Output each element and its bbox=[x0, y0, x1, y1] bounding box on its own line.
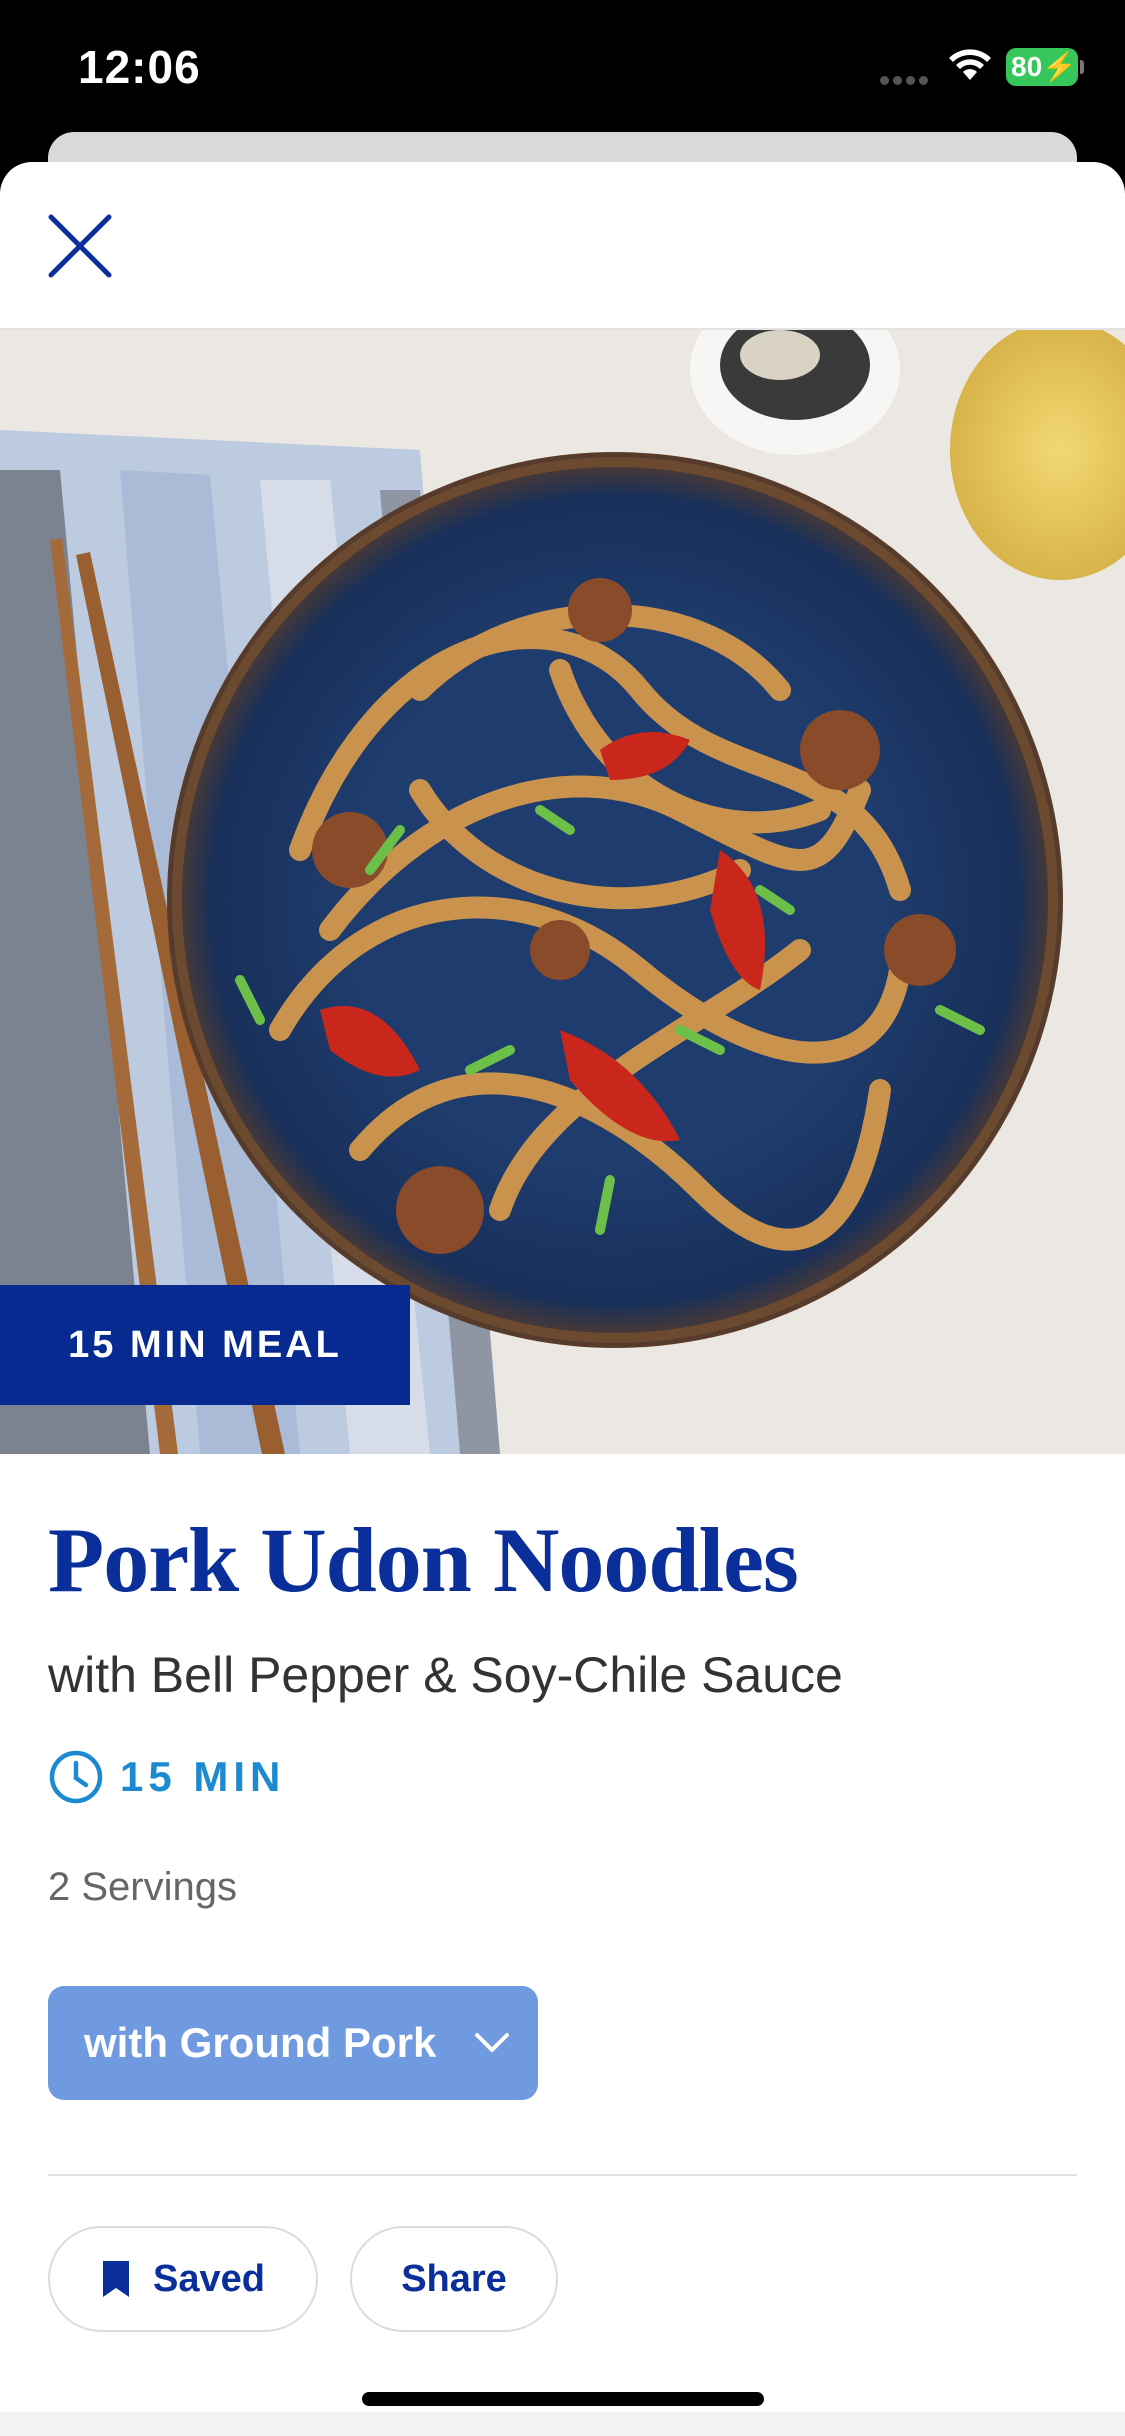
recipe-title: Pork Udon Noodles bbox=[48, 1509, 799, 1611]
status-bar: 12:06 80⚡ bbox=[0, 0, 1125, 150]
recipe-hero-image: 15 MIN MEAL bbox=[0, 330, 1125, 1454]
close-button[interactable] bbox=[40, 206, 120, 286]
close-icon bbox=[48, 214, 112, 278]
wifi-icon bbox=[948, 48, 992, 87]
chevron-down-icon bbox=[475, 2033, 510, 2053]
action-row: Saved Share bbox=[48, 2226, 1077, 2333]
cook-time-label: 15 MIN bbox=[120, 1753, 286, 1801]
cellular-signal-icon bbox=[880, 72, 932, 90]
bottom-strip bbox=[0, 2412, 1125, 2436]
sheet-header bbox=[0, 162, 1125, 330]
protein-variant-dropdown[interactable]: with Ground Pork bbox=[48, 1986, 538, 2101]
share-label: Share bbox=[401, 2257, 507, 2300]
charging-bolt-icon: ⚡ bbox=[1042, 51, 1078, 82]
variant-label: with Ground Pork bbox=[84, 2019, 437, 2067]
status-time: 12:06 bbox=[78, 41, 201, 93]
divider bbox=[48, 2174, 1077, 2177]
servings-label: 2 Servings bbox=[48, 1865, 237, 1910]
home-indicator[interactable] bbox=[362, 2392, 764, 2406]
share-button[interactable]: Share bbox=[350, 2226, 558, 2333]
recipe-sheet: 15 MIN MEAL Pork Udon Noodles with Bell … bbox=[0, 162, 1125, 2436]
battery-icon: 80⚡ bbox=[1006, 48, 1084, 86]
recipe-details: Pork Udon Noodles with Bell Pepper & Soy… bbox=[0, 1509, 1125, 2333]
saved-button[interactable]: Saved bbox=[48, 2226, 318, 2333]
cook-time: 15 MIN bbox=[48, 1749, 1077, 1805]
battery-level: 80 bbox=[1011, 51, 1043, 82]
saved-label: Saved bbox=[153, 2257, 265, 2300]
meal-time-badge: 15 MIN MEAL bbox=[0, 1285, 410, 1405]
clock-icon bbox=[49, 1750, 103, 1804]
recipe-subtitle: with Bell Pepper & Soy-Chile Sauce bbox=[48, 1647, 843, 1704]
bookmark-icon bbox=[103, 2261, 130, 2298]
